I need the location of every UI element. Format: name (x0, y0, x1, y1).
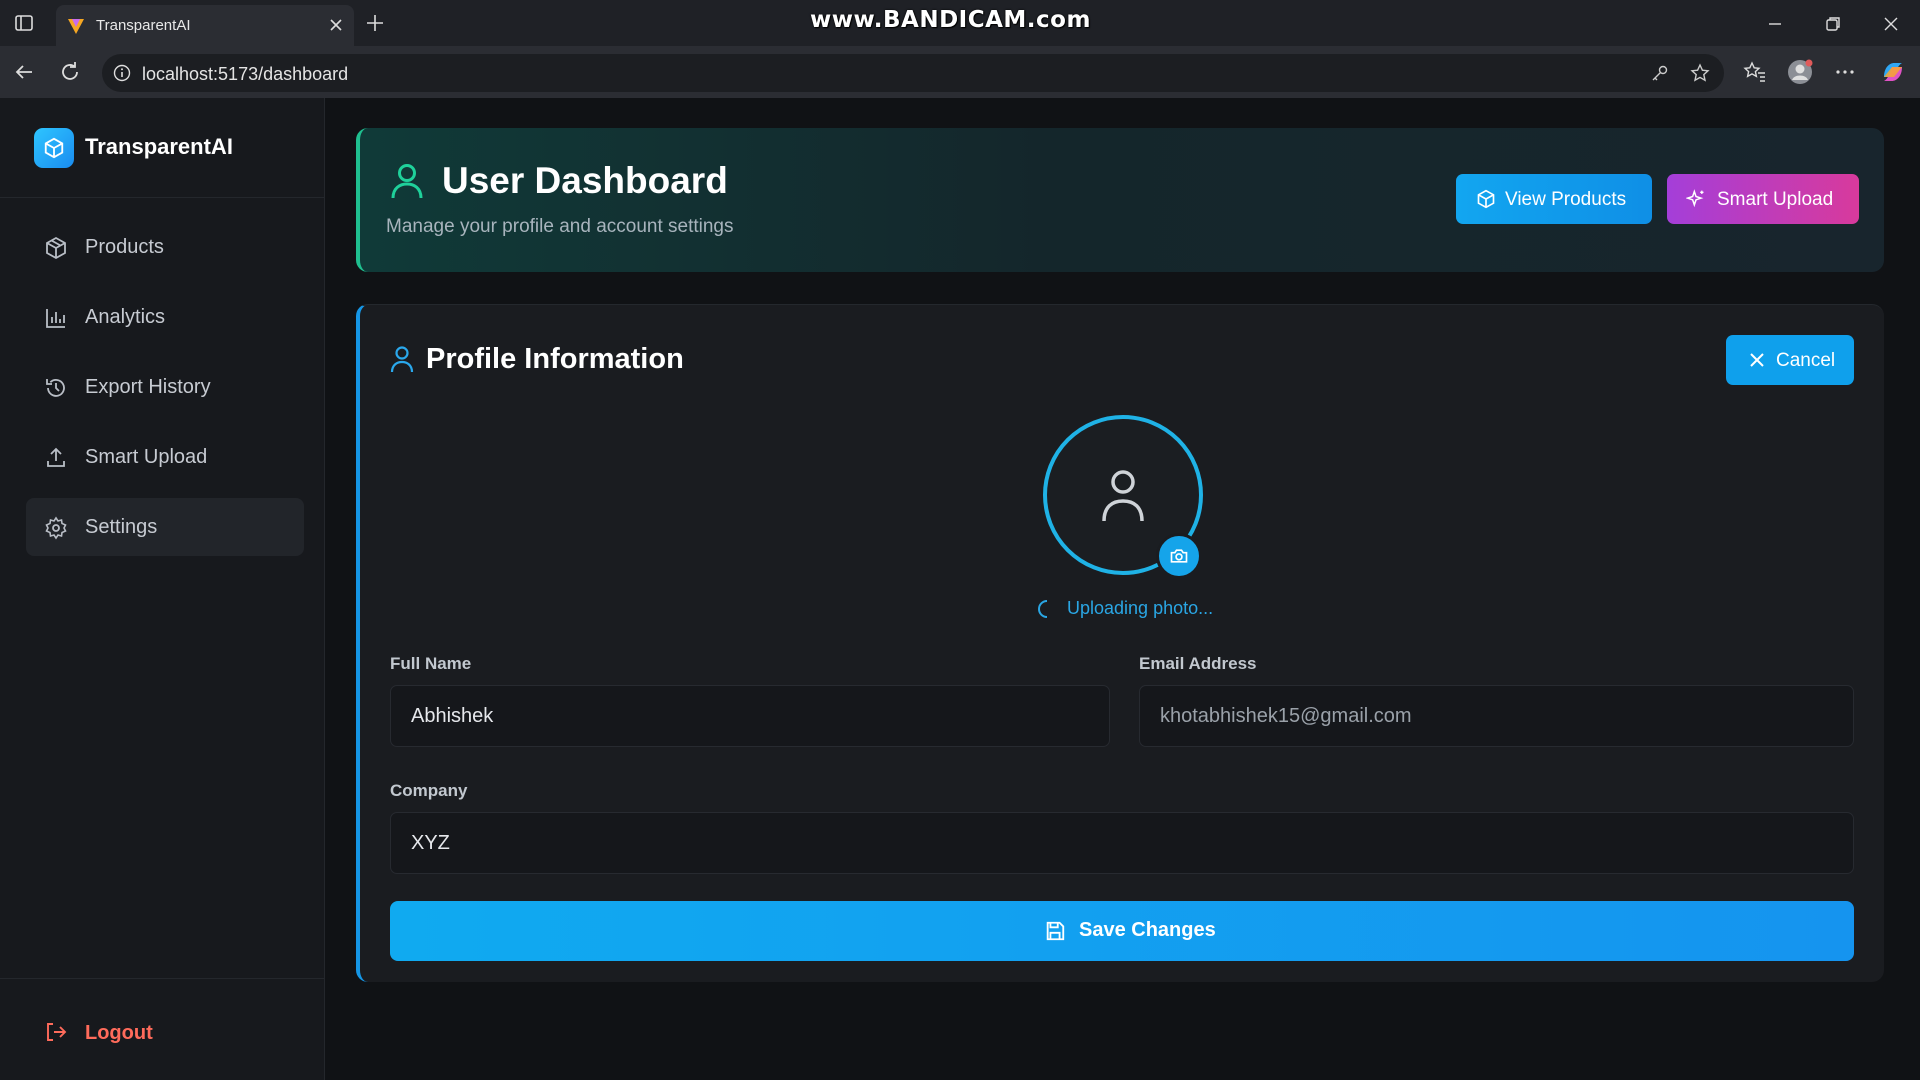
sidebar: TransparentAI Products Analytics Export … (0, 98, 325, 1080)
page-subtitle: Manage your profile and account settings (386, 216, 734, 237)
company-field[interactable]: XYZ (390, 812, 1854, 874)
section-title: Profile Information (426, 343, 684, 375)
sidebar-item-label: Analytics (85, 306, 166, 328)
logout-label: Logout (85, 1022, 153, 1044)
url-text[interactable]: localhost:5173/dashboard (142, 64, 348, 85)
sidebar-item-settings[interactable]: Settings (26, 498, 304, 556)
profile-avatar-icon[interactable] (1787, 59, 1813, 85)
sidebar-item-smart-upload[interactable]: Smart Upload (26, 428, 304, 486)
more-options-icon[interactable] (1832, 59, 1858, 85)
view-products-button[interactable]: View Products (1456, 174, 1652, 224)
brand-name: TransparentAI (85, 134, 233, 159)
favorites-icon[interactable] (1742, 59, 1768, 85)
dashboard-header: User Dashboard Manage your profile and a… (356, 128, 1884, 272)
user-placeholder-icon (1102, 470, 1144, 522)
box-icon (1477, 189, 1495, 209)
reload-icon[interactable] (58, 60, 82, 84)
gear-icon (45, 516, 67, 540)
site-info-icon[interactable] (112, 63, 132, 83)
cancel-label: Cancel (1776, 350, 1836, 371)
logout-button[interactable]: Logout (26, 1008, 226, 1058)
sidebar-item-label: Settings (85, 516, 158, 538)
minimize-icon[interactable] (1764, 13, 1786, 35)
full-name-field[interactable]: Abhishek (390, 685, 1110, 747)
spinner-icon (1038, 600, 1048, 618)
browser-tab[interactable]: TransparentAI (56, 5, 354, 46)
change-photo-button[interactable] (1156, 533, 1202, 579)
smart-upload-label: Smart Upload (1717, 189, 1834, 210)
sidebar-item-label: Smart Upload (85, 446, 208, 468)
cancel-button[interactable]: Cancel (1726, 335, 1854, 385)
box-icon (46, 236, 66, 260)
app-root: TransparentAI Products Analytics Export … (0, 98, 1920, 1080)
tab-title: TransparentAI (96, 17, 191, 34)
upload-icon (47, 447, 65, 467)
sidebar-toggle-icon[interactable] (14, 13, 34, 33)
bar-chart-icon (46, 309, 65, 328)
key-icon[interactable] (1650, 63, 1670, 83)
page-title: User Dashboard (442, 160, 728, 201)
sparkles-icon (1686, 189, 1704, 208)
back-icon[interactable] (12, 60, 36, 84)
email-label: Email Address (1139, 654, 1257, 673)
brand[interactable]: TransparentAI (0, 98, 325, 198)
browser-tab-bar: TransparentAI www.BANDICAM.com (0, 0, 1920, 46)
upload-status: Uploading photo... (1033, 597, 1253, 621)
browser-toolbar: localhost:5173/dashboard (0, 46, 1920, 98)
save-changes-label: Save Changes (1079, 919, 1216, 941)
sidebar-item-analytics[interactable]: Analytics (26, 288, 304, 346)
full-name-label: Full Name (390, 654, 472, 673)
close-tab-icon[interactable] (326, 15, 346, 35)
address-bar[interactable]: localhost:5173/dashboard (102, 54, 1724, 92)
save-icon (1046, 921, 1065, 941)
user-icon (390, 346, 414, 373)
email-field[interactable]: khotabhishek15@gmail.com (1139, 685, 1854, 747)
sidebar-item-products[interactable]: Products (26, 218, 304, 276)
view-products-label: View Products (1505, 189, 1627, 210)
new-tab-icon[interactable] (364, 12, 386, 34)
favicon-icon (68, 19, 84, 34)
profile-card: Profile Information Cancel Uploading pho… (356, 304, 1884, 982)
camera-icon (1170, 549, 1188, 563)
sidebar-item-export-history[interactable]: Export History (26, 358, 304, 416)
close-icon (1750, 353, 1764, 367)
history-icon (46, 379, 65, 397)
sidebar-item-label: Export History (85, 376, 211, 398)
user-icon (391, 164, 423, 199)
company-label: Company (390, 781, 468, 800)
sidebar-divider (0, 978, 325, 979)
favorite-star-icon[interactable] (1690, 63, 1710, 83)
restore-icon[interactable] (1822, 13, 1844, 35)
brand-logo-icon (34, 128, 74, 168)
recording-watermark: www.BANDICAM.com (810, 7, 1091, 33)
copilot-icon[interactable] (1880, 59, 1906, 85)
smart-upload-button[interactable]: Smart Upload (1667, 174, 1859, 224)
upload-status-text: Uploading photo... (1067, 598, 1214, 618)
sidebar-item-label: Products (85, 236, 164, 258)
logout-icon (47, 1023, 67, 1041)
close-window-icon[interactable] (1880, 13, 1902, 35)
save-changes-button[interactable]: Save Changes (390, 901, 1854, 961)
